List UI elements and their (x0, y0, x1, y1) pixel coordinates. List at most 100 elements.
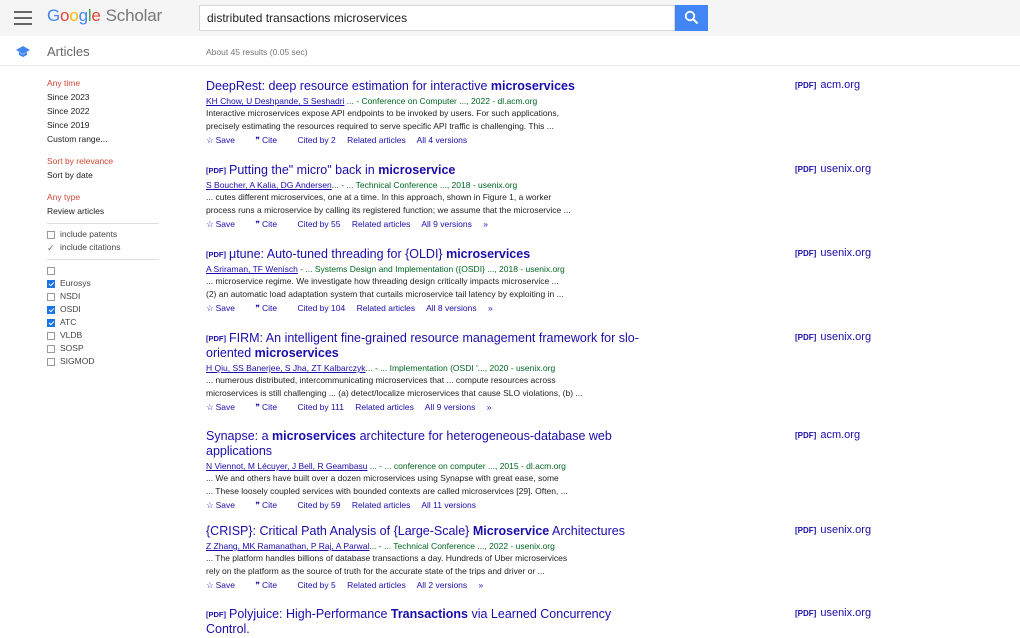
cite-button[interactable]: ❞ Cite (255, 303, 286, 313)
result-venue: ... - ... Technical Conference ..., 2018… (331, 180, 518, 190)
cite-button[interactable]: ❞ Cite (255, 402, 286, 412)
all-versions-link[interactable]: All 4 versions (417, 135, 468, 145)
related-articles-link[interactable]: Related articles (352, 219, 411, 229)
author-links[interactable]: KH Chow, U Deshpande, S Seshadri (206, 96, 344, 106)
result-venue: ... - Conference on Computer ..., 2022 -… (344, 96, 538, 106)
more-icon[interactable]: » (483, 219, 488, 229)
cited-by-link[interactable]: Cited by 2 (297, 135, 335, 145)
checkbox-box (47, 357, 55, 366)
result-title[interactable]: DeepRest: deep resource estimation for i… (206, 79, 726, 94)
filter-since-2019[interactable]: Since 2019 (47, 118, 162, 132)
related-articles-link[interactable]: Related articles (355, 402, 414, 412)
sort-by-date[interactable]: Sort by date (47, 168, 162, 182)
result-actions: ☆ Save ❞ Cite Cited by 111 Related article… (206, 401, 726, 413)
related-articles-link[interactable]: Related articles (352, 500, 411, 510)
save-button[interactable]: ☆ Save (206, 303, 244, 313)
save-button[interactable]: ☆ Save (206, 500, 244, 510)
author-links[interactable]: N Viennot, M Lécuyer, J Bell, R Geambasu (206, 461, 367, 471)
save-button[interactable]: ☆ Save (206, 580, 244, 590)
cite-button[interactable]: ❞ Cite (255, 580, 286, 590)
result-venue: ... - ... Technical Conference ..., 2022… (369, 541, 555, 551)
venue-checkbox[interactable]: OSDI (47, 303, 162, 316)
result-title[interactable]: Synapse: a microservices architecture fo… (206, 429, 726, 459)
result-authors: KH Chow, U Deshpande, S Seshadri ... - C… (206, 95, 726, 107)
filter-since-2022[interactable]: Since 2022 (47, 104, 162, 118)
save-button[interactable]: ☆ Save (206, 135, 244, 145)
venue-checkbox[interactable]: NSDI (47, 290, 162, 303)
menu-icon[interactable] (14, 11, 32, 25)
pdf-link[interactable]: [PDF] usenix.org (795, 247, 871, 259)
save-button[interactable]: ☆ Save (206, 219, 244, 229)
pdf-link[interactable]: [PDF] usenix.org (795, 524, 871, 536)
result-title[interactable]: [PDF] μtune: Auto-tuned threading for {OL… (206, 247, 726, 262)
search-input[interactable] (199, 5, 675, 31)
include-citations-checkbox[interactable]: ✓ include citations (47, 241, 162, 254)
result-title[interactable]: [PDF] FIRM: An intelligent fine-grained r… (206, 331, 726, 361)
result-snippet: ... microservice regime. We investigate … (206, 276, 564, 299)
pdf-link[interactable]: [PDF] usenix.org (795, 607, 871, 619)
cited-by-link[interactable]: Cited by 111 (297, 402, 343, 412)
pdf-link[interactable]: [PDF] usenix.org (795, 163, 871, 175)
filter-any-time[interactable]: Any time (47, 76, 162, 90)
include-patents-checkbox[interactable]: include patents (47, 228, 162, 241)
checkbox-label: include patents (60, 229, 118, 239)
save-button[interactable]: ☆ Save (206, 402, 244, 412)
checkbox-label: ATC (60, 317, 77, 327)
logo-letter: o (60, 6, 70, 25)
pdf-link[interactable]: [PDF] acm.org (795, 79, 860, 91)
filter-custom-range[interactable]: Custom range... (47, 132, 162, 146)
venue-checkbox[interactable]: ATC (47, 316, 162, 329)
venue-checkbox[interactable]: SIGMOD (47, 355, 162, 368)
venue-checkbox[interactable]: VLDB (47, 329, 162, 342)
google-scholar-logo[interactable]: Google Scholar (47, 6, 162, 26)
pdf-link[interactable]: [PDF] usenix.org (795, 331, 871, 343)
more-icon[interactable]: » (488, 303, 493, 313)
cite-button[interactable]: ❞ Cite (255, 500, 286, 510)
divider (47, 259, 159, 260)
more-icon[interactable]: » (487, 402, 492, 412)
cited-by-link[interactable]: Cited by 104 (297, 303, 345, 313)
author-links[interactable]: S Boucher, A Kalia, DG Andersen (206, 180, 332, 190)
venue-checkbox[interactable]: Eurosys (47, 277, 162, 290)
more-icon[interactable]: » (479, 580, 484, 590)
cited-by-link[interactable]: Cited by 5 (297, 580, 335, 590)
venue-checkbox[interactable] (47, 264, 162, 277)
cited-by-link[interactable]: Cited by 59 (297, 500, 340, 510)
cite-button[interactable]: ❞ Cite (255, 135, 286, 145)
logo-letter: G (47, 6, 61, 25)
cite-button[interactable]: ❞ Cite (255, 219, 286, 229)
all-versions-link[interactable]: All 8 versions (426, 303, 477, 313)
all-versions-link[interactable]: All 2 versions (417, 580, 468, 590)
all-versions-link[interactable]: All 9 versions (425, 402, 476, 412)
result-venue: ... - ... Implementation (OSDI '..., 202… (365, 363, 556, 373)
related-articles-link[interactable]: Related articles (347, 135, 406, 145)
section-articles[interactable]: Articles (47, 44, 90, 59)
star-icon: ☆ (206, 219, 214, 229)
all-versions-link[interactable]: All 9 versions (421, 219, 472, 229)
filter-review-articles[interactable]: Review articles (47, 204, 162, 218)
result-item: [PDF] μtune: Auto-tuned threading for {OL… (206, 247, 726, 314)
pdf-tag: [PDF] (206, 610, 226, 619)
sort-by-relevance[interactable]: Sort by relevance (47, 154, 162, 168)
filter-any-type[interactable]: Any type (47, 190, 162, 204)
logo-letter: g (78, 6, 88, 25)
cited-by-link[interactable]: Cited by 55 (297, 219, 340, 229)
all-versions-link[interactable]: All 11 versions (421, 500, 476, 510)
author-links[interactable]: Z Zhang, MK Ramanathan, P Raj, A Parwal (206, 541, 369, 551)
pdf-link[interactable]: [PDF] acm.org (795, 429, 860, 441)
author-links[interactable]: A Sriraman, TF Wenisch (206, 264, 298, 274)
author-links[interactable]: H Qiu, SS Banerjee, S Jha, ZT Kalbarczyk (206, 363, 366, 373)
result-actions: ☆ Save ❞ Cite Cited by 104 Related article… (206, 302, 726, 314)
result-title[interactable]: [PDF] Polyjuice: High-Performance Transac… (206, 607, 726, 637)
related-articles-link[interactable]: Related articles (357, 303, 416, 313)
checkbox-box (47, 331, 55, 340)
result-title[interactable]: [PDF] Putting the" micro" back in microse… (206, 163, 726, 178)
star-icon: ☆ (206, 303, 214, 313)
filter-since-2023[interactable]: Since 2023 (47, 90, 162, 104)
result-snippet: ... cutes different microservices, one a… (206, 192, 571, 215)
result-title[interactable]: {CRISP}: Critical Path Analysis of {Larg… (206, 524, 726, 539)
logo-letter: e (91, 6, 101, 25)
search-button[interactable] (675, 5, 708, 31)
venue-checkbox[interactable]: SOSP (47, 342, 162, 355)
related-articles-link[interactable]: Related articles (347, 580, 406, 590)
